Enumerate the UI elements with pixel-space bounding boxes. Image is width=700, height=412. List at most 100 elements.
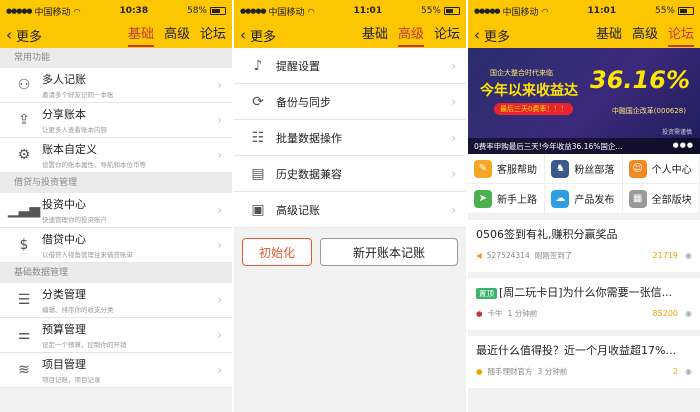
shortcut-fans[interactable]: ♞ 粉丝部落 [545, 154, 623, 184]
batch-icon: ☷ [251, 129, 265, 146]
tab-forum[interactable]: 论坛 [200, 22, 226, 48]
chevron-right-icon: › [451, 130, 456, 145]
list-icon: ☰ [17, 292, 31, 308]
top-nav: ‹ 更多 基础 高级 论坛 [0, 22, 232, 48]
list-item-category[interactable]: ☰ 分类管理 编辑、排序你的收支分类 › [0, 283, 232, 318]
top-nav: ‹ 更多 基础 高级 论坛 [468, 22, 700, 48]
chevron-right-icon: › [217, 328, 222, 342]
tab-basic[interactable]: 基础 [596, 22, 622, 48]
tab-advanced[interactable]: 高级 [632, 22, 658, 48]
chevron-right-icon: › [451, 202, 456, 217]
tab-basic[interactable]: 基础 [127, 22, 154, 48]
section-header: 常用功能 [0, 48, 232, 68]
chevron-right-icon: › [217, 293, 222, 307]
forum-post[interactable]: 最近什么值得投？近一个月收益超17%... ● 随手理财官方 3 分钟前 2 ◉ [468, 336, 700, 388]
list-item-history[interactable]: ▤ 历史数据兼容 › [234, 156, 466, 192]
chevron-right-icon: › [217, 238, 222, 252]
item-subtitle: 让更多人查看账本内容 [42, 126, 107, 134]
eye-icon: ◉ [685, 251, 692, 260]
back-button[interactable]: ‹ 更多 [6, 26, 42, 45]
item-title: 批量数据操作 [276, 131, 342, 145]
wifi-icon: ◠ [541, 6, 549, 16]
back-label: 更多 [250, 29, 277, 45]
shortcut-label: 个人中心 [651, 165, 692, 176]
shortcut-all[interactable]: ▦ 全部版块 [622, 184, 700, 214]
back-button[interactable]: ‹ 更多 [240, 26, 276, 45]
forum-shortcuts: ✎ 客服帮助 ♞ 粉丝部落 ☺ 个人中心 ➤ 新手上路 ☁ 产品发布 ▦ 全部版块 [468, 154, 700, 214]
carousel-dots: ●●● [672, 141, 694, 149]
banner-caption: 0费率申购最后三天!今年收益36.16%国企... [474, 142, 623, 151]
shortcut-newbie[interactable]: ➤ 新手上路 [468, 184, 546, 214]
settings-icon: ⚙ [17, 147, 31, 163]
shortcut-help[interactable]: ✎ 客服帮助 [468, 154, 546, 184]
tab-forum[interactable]: 论坛 [434, 22, 460, 48]
shortcut-release[interactable]: ☁ 产品发布 [545, 184, 623, 214]
list-item-share[interactable]: ⇪ 分享账本 让更多人查看账本内容 › [0, 103, 232, 138]
post-title: [周二玩卡日]为什么你需要一张信... [499, 286, 673, 299]
users-icon: ⚇ [17, 77, 31, 93]
section-header: 基础数据管理 [0, 263, 232, 283]
grid-icon: ▦ [628, 189, 647, 208]
item-subtitle: 编辑、排序你的收支分类 [42, 306, 114, 314]
list-item-multi-user[interactable]: ⚇ 多人记账 邀请多个好友记同一本账 › [0, 68, 232, 103]
battery-percent: 55% [420, 6, 441, 16]
battery-icon [444, 7, 460, 15]
list-item-customize[interactable]: ⚙ 账本自定义 设置你的账本属性、导航和本位币等 › [0, 138, 232, 173]
sync-icon: ⟳ [252, 93, 264, 110]
item-title: 项目管理 [42, 358, 86, 371]
tab-advanced[interactable]: 高级 [397, 22, 424, 48]
eye-icon: ◉ [685, 309, 692, 318]
chevron-right-icon: › [217, 78, 222, 92]
shortcut-label: 客服帮助 [497, 165, 537, 176]
tab-forum[interactable]: 论坛 [667, 22, 695, 48]
wifi-icon: ◠ [73, 6, 81, 16]
banner-headline: 今年以来收益达 [480, 83, 578, 99]
list-item-project[interactable]: ≋ 项目管理 项目记账，项目记录 › [0, 353, 232, 388]
chevron-right-icon: › [451, 58, 456, 73]
item-title: 预算管理 [42, 323, 86, 336]
shortcut-label: 新手上路 [497, 195, 537, 206]
back-button[interactable]: ‹ 更多 [474, 26, 510, 45]
post-author: 随手理财官方 [487, 367, 533, 376]
battery-icon [678, 7, 694, 15]
list-item-reminder[interactable]: ♪ 提醒设置 › [234, 48, 466, 84]
tab-advanced[interactable]: 高级 [164, 22, 190, 48]
forum-post[interactable]: 置顶 [周二玩卡日]为什么你需要一张信... ● 卡牛 1 分钟前 85200 ◉ [468, 278, 700, 330]
chevron-right-icon: › [217, 148, 222, 162]
pinned-badge: 置顶 [476, 288, 497, 299]
list-item-backup[interactable]: ⟳ 备份与同步 › [234, 84, 466, 120]
view-count: 2 [672, 367, 678, 376]
chevron-right-icon: › [217, 203, 222, 217]
promo-banner[interactable]: 国企大整合时代来临 今年以来收益达 36.16% 最后三天0费率！！！ 中融国企… [468, 48, 700, 154]
forum-post[interactable]: 0506签到有礼,赚积分赢奖品 ◀ 527524314 刚刚签到了 21719 ◉ [468, 220, 700, 272]
screen-advanced: ●●●●● 中国移动 ◠ 11:01 55% ‹ 更多 基础 高级 论坛 ♪ 提醒设置 ›… [234, 0, 466, 412]
item-subtitle: 项目记账，项目记录 [42, 376, 101, 384]
post-author: 卡牛 [487, 309, 503, 318]
section-header: 借贷与投资管理 [0, 173, 232, 193]
shortcut-label: 全部版块 [651, 195, 692, 206]
shortcut-label: 粉丝部落 [574, 165, 615, 176]
list-item-budget[interactable]: ⚌ 预算管理 设定一个预算，控制你的开销 › [0, 318, 232, 353]
item-title: 账本自定义 [42, 143, 97, 156]
battery-percent: 55% [654, 6, 675, 16]
wifi-icon: ◠ [307, 6, 315, 16]
list-item-loan[interactable]: $ 借贷中心 以借贷人视角管理往来借贷账单 › [0, 228, 232, 263]
new-book-button[interactable]: 新开账本记账 [320, 238, 458, 266]
share-icon: ⇪ [18, 112, 30, 128]
item-title: 高级记账 [276, 203, 320, 217]
avatar: ● [476, 367, 483, 376]
stack-icon: ≋ [18, 362, 30, 378]
tab-basic[interactable]: 基础 [362, 22, 388, 48]
post-title: 0506签到有礼,赚积分赢奖品 [476, 228, 618, 241]
banner-fund: 中融国企改革(000628) [611, 107, 686, 115]
chevron-left-icon: ‹ [474, 26, 480, 44]
banner-disclaimer: 投资需谨慎 [661, 129, 692, 136]
clock: 11:01 [353, 6, 383, 16]
list-item-batch[interactable]: ☷ 批量数据操作 › [234, 120, 466, 156]
list-item-investment[interactable]: ▁▃▅ 投资中心 快速管理你的投资账户 › [0, 193, 232, 228]
shortcut-profile[interactable]: ☺ 个人中心 [622, 154, 700, 184]
post-time: 3 分钟前 [537, 367, 568, 376]
headset-icon: ✎ [474, 159, 492, 178]
list-item-advanced-book[interactable]: ▣ 高级记账 › [234, 192, 466, 228]
init-button[interactable]: 初始化 [242, 238, 312, 266]
